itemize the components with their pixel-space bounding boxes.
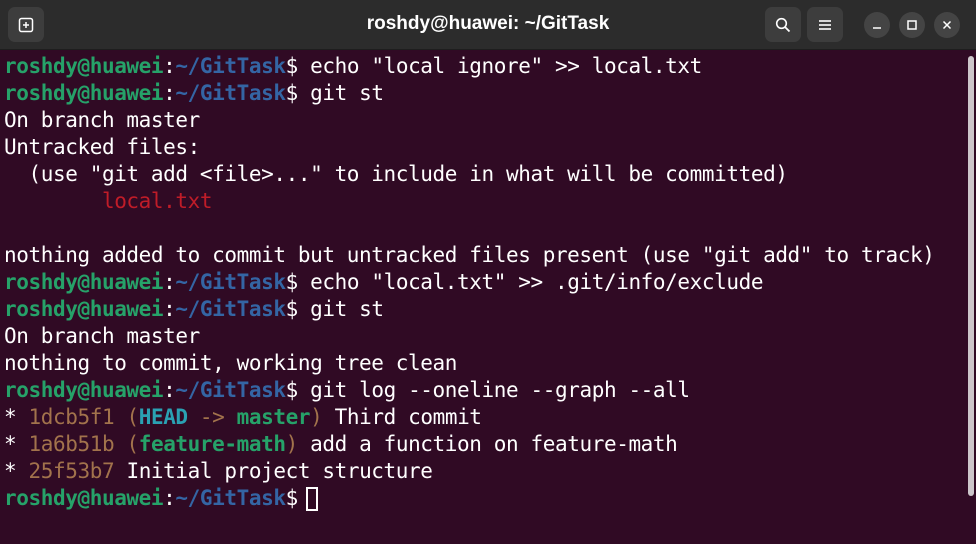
commit-hash: 1a6b51b [28,432,115,456]
prompt-symbol: $ [285,378,299,402]
prompt-user-host: roshdy@huawei [4,378,164,402]
output-line: Untracked files: [4,135,200,159]
graph-star: * [4,405,29,429]
commit-message: Third commit [322,405,482,429]
scrollbar[interactable] [968,56,974,496]
log-line: * 1dcb5f1 (HEAD -> master) Third commit [4,404,960,431]
ref-arrow: -> [187,405,237,429]
prompt-symbol: $ [285,486,299,510]
prompt-user-host: roshdy@huawei [4,81,164,105]
title-bar[interactable]: roshdy@huawei: ~/GitTask [0,0,976,50]
ref-open: ( [114,432,139,456]
prompt-path: ~/GitTask [175,81,286,105]
prompt-line: roshdy@huawei:~/GitTask$ echo "local.txt… [4,269,960,296]
prompt-colon: : [163,81,176,105]
menu-icon [819,19,831,30]
graph-star: * [4,459,29,483]
prompt-symbol: $ [285,297,299,321]
minimize-icon [873,27,881,29]
prompt-user-host: roshdy@huawei [4,486,164,510]
search-icon [775,17,791,32]
prompt-line: roshdy@huawei:~/GitTask$ git st [4,80,960,107]
prompt-line: roshdy@huawei:~/GitTask$ git st [4,296,960,323]
close-button[interactable] [934,12,960,38]
log-line: * 1a6b51b (feature-math) add a function … [4,431,960,458]
prompt-path: ~/GitTask [175,270,286,294]
maximize-icon [907,20,917,30]
commit-message: add a function on feature-math [297,432,678,456]
prompt-colon: : [163,378,176,402]
prompt-line: roshdy@huawei:~/GitTask$ [4,485,960,512]
prompt-line: roshdy@huawei:~/GitTask$ echo "local ign… [4,53,960,80]
prompt-user-host: roshdy@huawei [4,297,164,321]
minimize-button[interactable] [864,12,890,38]
prompt-path: ~/GitTask [175,378,286,402]
close-icon [942,20,952,30]
output-line: (use "git add <file>..." to include in w… [4,162,788,186]
prompt-symbol: $ [285,81,299,105]
prompt-user-host: roshdy@huawei [4,54,164,78]
output-line: nothing to commit, working tree clean [4,351,457,375]
ref-close: ) [310,405,323,429]
commit-hash: 25f53b7 [28,459,115,483]
output-line: nothing added to commit but untracked fi… [4,243,935,267]
prompt-path: ~/GitTask [175,486,286,510]
output-line: On branch master [4,324,200,348]
prompt-path: ~/GitTask [175,297,286,321]
menu-button[interactable] [807,7,843,42]
branch-ref: master [236,405,311,429]
prompt-symbol: $ [285,54,299,78]
prompt-line: roshdy@huawei:~/GitTask$ git log --oneli… [4,377,960,404]
ref-close: ) [285,432,299,456]
prompt-colon: : [163,54,176,78]
command-text: git st [297,81,384,105]
command-text: echo "local.txt" >> .git/info/exclude [297,270,764,294]
prompt-user-host: roshdy@huawei [4,270,164,294]
maximize-button[interactable] [899,12,925,38]
commit-hash: 1dcb5f1 [28,405,115,429]
prompt-colon: : [163,297,176,321]
log-line: * 25f53b7 Initial project structure [4,458,960,485]
command-text: git log --oneline --graph --all [297,378,690,402]
terminal-window: roshdy@huawei: ~/GitTask roshdy@huawei:~… [0,0,976,544]
commit-message: Initial project structure [114,459,433,483]
terminal-output[interactable]: roshdy@huawei:~/GitTask$ echo "local ign… [0,51,960,544]
text-cursor[interactable] [305,487,318,511]
output-line: On branch master [4,108,200,132]
search-button[interactable] [765,7,801,42]
prompt-colon: : [163,270,176,294]
head-ref: HEAD [138,405,188,429]
command-text: git st [297,297,384,321]
untracked-file-line: local.txt [4,189,213,213]
prompt-path: ~/GitTask [175,54,286,78]
graph-star: * [4,432,29,456]
prompt-colon: : [163,486,176,510]
prompt-symbol: $ [285,270,299,294]
branch-ref: feature-math [138,432,286,456]
ref-open: ( [114,405,139,429]
command-text: echo "local ignore" >> local.txt [297,54,702,78]
